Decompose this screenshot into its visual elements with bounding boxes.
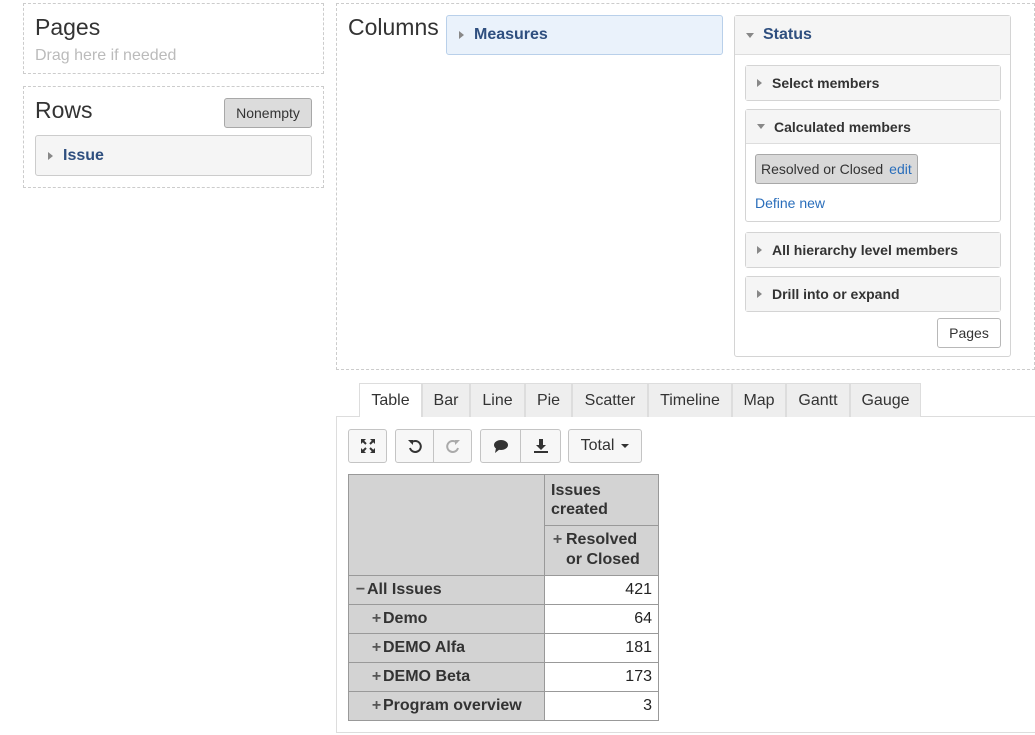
table-row: + DEMO Beta 173 (348, 662, 659, 692)
calc-member-name: Resolved or Closed (761, 161, 884, 177)
header-member-label: Resolved or Closed (566, 531, 640, 568)
drill-label: Drill into or expand (772, 286, 900, 302)
row-value: 181 (544, 633, 659, 663)
pages-zone-hint: Drag here if needed (35, 47, 177, 64)
expand-plus-icon[interactable]: + (551, 530, 564, 570)
pages-zone[interactable]: Pages Drag here if needed (23, 3, 324, 74)
chevron-down-icon (621, 444, 630, 448)
tab-table[interactable]: Table (359, 383, 422, 417)
row-header[interactable]: + DEMO Alfa (348, 633, 545, 663)
caret-right-icon (757, 79, 762, 87)
undo-button[interactable] (395, 429, 434, 463)
row-header[interactable]: + DEMO Beta (348, 662, 545, 692)
table-row: + Demo 64 (348, 604, 659, 634)
rows-zone[interactable]: Rows Nonempty Issue (23, 86, 324, 188)
status-panel: Status Select members Calculated members… (734, 15, 1011, 357)
row-value: 173 (544, 662, 659, 692)
caret-down-icon (746, 32, 754, 38)
nonempty-button[interactable]: Nonempty (224, 98, 312, 128)
corner-cell (348, 474, 545, 576)
section-select-members[interactable]: Select members (745, 65, 1001, 101)
row-label: All Issues (367, 581, 442, 598)
tab-gauge[interactable]: Gauge (850, 383, 921, 417)
expand-plus-icon[interactable]: + (370, 668, 383, 686)
row-header[interactable]: + Demo (348, 604, 545, 634)
tab-pie[interactable]: Pie (525, 383, 572, 417)
row-label: DEMO Beta (383, 668, 471, 685)
row-header[interactable]: + Program overview (348, 691, 545, 721)
tab-timeline[interactable]: Timeline (648, 383, 732, 417)
expand-button[interactable] (348, 429, 387, 463)
rows-zone-title: Rows (35, 97, 93, 123)
pivot-table: Issues created + Resolved or Closed − All… (348, 474, 659, 721)
caret-right-icon (757, 246, 762, 254)
tab-line[interactable]: Line (470, 383, 525, 417)
total-label: Total (580, 437, 615, 454)
caret-down-icon (757, 124, 765, 129)
download-icon (533, 439, 548, 453)
expand-icon (360, 439, 375, 453)
row-label: Demo (383, 610, 428, 627)
row-value: 64 (544, 604, 659, 634)
table-row: + Program overview 3 (348, 691, 659, 721)
header-member[interactable]: + Resolved or Closed (544, 525, 659, 576)
row-value: 421 (544, 575, 659, 605)
calc-member-edit-link[interactable]: edit (889, 161, 912, 177)
define-new-link[interactable]: Define new (755, 195, 825, 211)
comment-icon (493, 440, 508, 453)
caret-right-icon (757, 290, 762, 298)
expand-plus-icon[interactable]: + (370, 639, 383, 657)
expand-plus-icon[interactable]: + (370, 697, 383, 715)
redo-button[interactable] (433, 429, 472, 463)
pages-zone-title: Pages (35, 14, 101, 40)
rows-dimension-issue[interactable]: Issue (35, 135, 312, 176)
caret-right-icon (48, 151, 53, 160)
calc-member-chip[interactable]: Resolved or Closed edit (755, 154, 918, 184)
redo-icon (445, 440, 460, 453)
all-hierarchy-label: All hierarchy level members (772, 242, 958, 258)
row-label: Program overview (383, 697, 522, 714)
rows-dimension-label: Issue (63, 146, 104, 164)
tab-gantt[interactable]: Gantt (786, 383, 850, 417)
calculated-members-label: Calculated members (774, 118, 911, 135)
table-row: + DEMO Alfa 181 (348, 633, 659, 663)
header-measure-label: Issues created (551, 482, 608, 518)
comment-button[interactable] (480, 429, 521, 463)
collapse-minus-icon[interactable]: − (354, 581, 367, 599)
undo-icon (407, 440, 422, 453)
row-header[interactable]: − All Issues (348, 575, 545, 605)
row-value: 3 (544, 691, 659, 721)
columns-zone-title: Columns (348, 14, 439, 40)
expand-plus-icon[interactable]: + (370, 610, 383, 628)
header-measure[interactable]: Issues created (544, 474, 659, 526)
pages-button[interactable]: Pages (937, 318, 1001, 348)
section-all-hierarchy[interactable]: All hierarchy level members (745, 232, 1001, 268)
download-button[interactable] (520, 429, 561, 463)
row-label: DEMO Alfa (383, 639, 466, 656)
total-dropdown[interactable]: Total (568, 429, 642, 463)
table-row: − All Issues 421 (348, 575, 659, 605)
tab-map[interactable]: Map (732, 383, 786, 417)
section-calculated-members[interactable]: Calculated members Resolved or Closed ed… (745, 109, 1001, 222)
columns-dimension-label: Measures (474, 26, 548, 43)
columns-dimension-measures[interactable]: Measures (446, 15, 723, 55)
tab-scatter[interactable]: Scatter (572, 383, 648, 417)
status-title: Status (763, 26, 812, 43)
status-header[interactable]: Status (735, 16, 1010, 55)
tab-bar[interactable]: Bar (422, 383, 470, 417)
section-drill[interactable]: Drill into or expand (745, 276, 1001, 312)
caret-right-icon (459, 31, 464, 39)
select-members-label: Select members (772, 75, 880, 91)
